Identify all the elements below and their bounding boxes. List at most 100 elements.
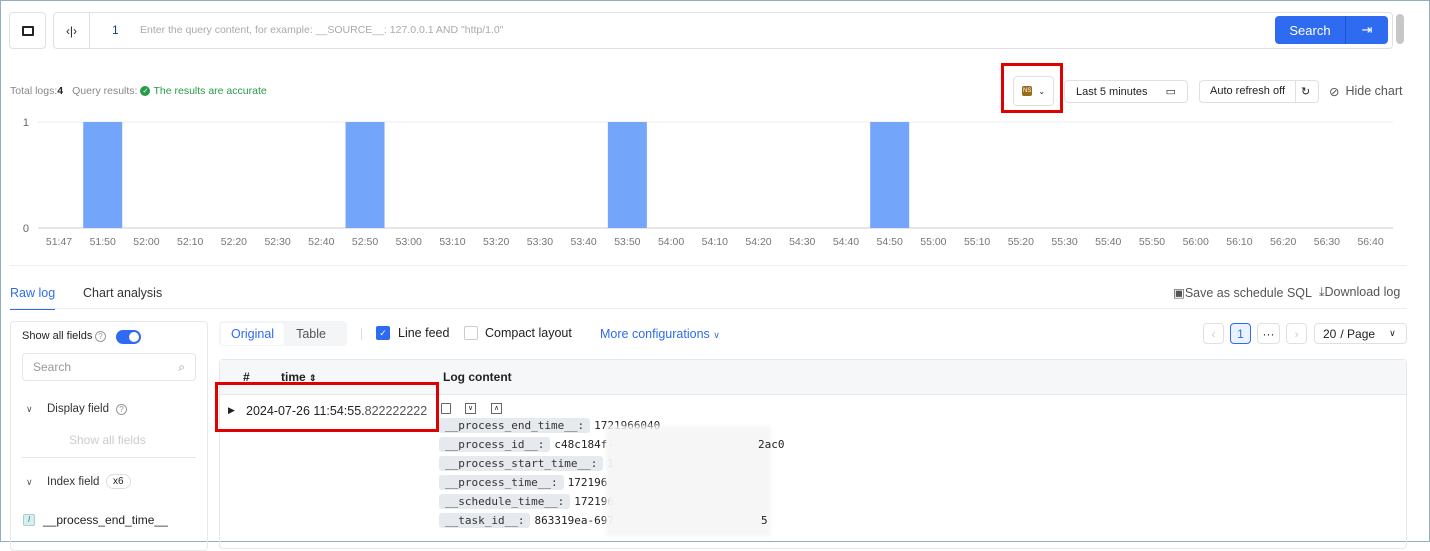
- field-search-input[interactable]: Search ⌕: [22, 353, 196, 381]
- log-field: __schedule_time__: 172196: [439, 493, 614, 510]
- x-tick-label: 51:47: [46, 236, 72, 248]
- time-range-picker[interactable]: Last 5 minutes ▭: [1064, 80, 1188, 103]
- x-tick-label: 54:50: [877, 236, 903, 248]
- x-tick-label: 54:10: [702, 236, 728, 248]
- chevron-down-icon: ∨: [713, 330, 720, 340]
- code-icon[interactable]: ‹|›: [54, 13, 90, 48]
- y-tick-label: 1: [23, 117, 29, 129]
- tab-divider: [9, 308, 1407, 309]
- view-original[interactable]: Original: [221, 322, 285, 345]
- field-value: 863319ea-697: [534, 514, 614, 527]
- folder-button[interactable]: [9, 12, 46, 49]
- page-1-button[interactable]: 1: [1230, 323, 1251, 344]
- x-tick-label: 54:00: [658, 236, 684, 248]
- x-tick-label: 55:30: [1051, 236, 1077, 248]
- histogram-bar[interactable]: [607, 122, 647, 228]
- chevron-down-icon: ∨: [1389, 328, 1396, 338]
- x-tick-label: 53:40: [570, 236, 596, 248]
- search-icon: ⌕: [178, 360, 185, 374]
- view-table[interactable]: Table: [284, 323, 338, 345]
- copy-icon[interactable]: [441, 403, 451, 414]
- x-tick-label: 52:00: [133, 236, 159, 248]
- save-sql-button[interactable]: ▣Save as schedule SQL: [1173, 285, 1312, 300]
- index-count-badge: x6: [106, 474, 131, 489]
- x-tick-label: 56:20: [1270, 236, 1296, 248]
- x-tick-label: 55:10: [964, 236, 990, 248]
- x-tick-label: 56:30: [1314, 236, 1340, 248]
- refresh-icon[interactable]: ↻: [1296, 85, 1310, 98]
- histogram-bar[interactable]: [83, 122, 123, 228]
- x-tick-label: 51:50: [90, 236, 116, 248]
- histogram-bar[interactable]: [870, 122, 910, 228]
- index-field-heading: Index field: [47, 476, 100, 488]
- x-tick-label: 54:20: [745, 236, 771, 248]
- line-number: 1: [112, 23, 119, 37]
- x-tick-label: 52:50: [352, 236, 378, 248]
- calendar-icon: ▭: [1165, 86, 1176, 98]
- line-feed-label: Line feed: [398, 326, 450, 340]
- prev-page-button[interactable]: ‹: [1203, 323, 1224, 344]
- collapse-all-icon[interactable]: ∧: [491, 403, 502, 414]
- query-input[interactable]: Enter the query content, for example: __…: [140, 24, 504, 36]
- folder-icon: [21, 25, 34, 36]
- compact-layout-checkbox[interactable]: [464, 326, 478, 340]
- x-tick-label: 53:10: [439, 236, 465, 248]
- x-tick-label: 55:50: [1139, 236, 1165, 248]
- next-page-button[interactable]: ›: [1286, 323, 1307, 344]
- eye-off-icon: ⊘: [1329, 85, 1340, 99]
- x-tick-label: 52:20: [221, 236, 247, 248]
- hide-chart-button[interactable]: ⊘ Hide chart: [1329, 84, 1402, 99]
- x-tick-label: 55:00: [920, 236, 946, 248]
- tab-chart-analysis[interactable]: Chart analysis: [83, 286, 162, 300]
- scrollbar[interactable]: [1396, 14, 1404, 44]
- x-tick-label: 54:30: [789, 236, 815, 248]
- show-all-fields-toggle[interactable]: [116, 330, 141, 344]
- auto-refresh-button[interactable]: Auto refresh off ↻: [1199, 80, 1319, 103]
- help-icon: ?: [95, 331, 106, 342]
- more-configurations-button[interactable]: More configurations ∨: [600, 327, 720, 341]
- stats: Total logs: 4 Query results: ✓ The result…: [10, 85, 267, 97]
- display-field-heading: Display field: [47, 403, 109, 415]
- divider: [22, 457, 196, 458]
- field-value: 172196: [567, 476, 608, 489]
- help-icon: ?: [116, 404, 127, 415]
- chevron-down-icon[interactable]: ∨: [26, 404, 33, 415]
- field-key[interactable]: __schedule_time__:: [439, 494, 571, 509]
- export-icon[interactable]: ⇥: [1345, 16, 1388, 44]
- log-field: __process_id__: c48c184f-: [439, 436, 614, 453]
- histogram-chart: 0 1 51:47 51:50 52:00 52:10 52:20 52:30 52:40 52:…: [23, 117, 1393, 248]
- redaction-blur: [606, 426, 771, 536]
- field-key[interactable]: __task_id__:: [439, 513, 531, 528]
- download-log-button[interactable]: ⤓Download log: [1319, 285, 1400, 300]
- highlight-box: [215, 382, 439, 432]
- x-tick-label: 56:00: [1183, 236, 1209, 248]
- chevron-down-icon[interactable]: ∨: [26, 477, 33, 488]
- show-all-fields-link[interactable]: Show all fields: [69, 433, 146, 447]
- field-item[interactable]: __process_end_time__: [43, 513, 168, 527]
- show-all-fields-label: Show all fields: [22, 330, 93, 342]
- divider: [361, 328, 362, 340]
- save-icon: ▣: [1173, 286, 1185, 300]
- line-feed-checkbox[interactable]: ✓: [376, 326, 390, 340]
- divider: [9, 265, 1407, 266]
- search-button[interactable]: Search ⇥: [1275, 16, 1388, 44]
- x-tick-label: 53:00: [396, 236, 422, 248]
- histogram-bar[interactable]: [345, 122, 385, 228]
- x-tick-label: 56:10: [1226, 236, 1252, 248]
- page-size-select[interactable]: 20/ Page ∨: [1314, 323, 1407, 344]
- field-key[interactable]: __process_time__:: [439, 475, 564, 490]
- field-key[interactable]: __process_end_time__:: [439, 418, 591, 433]
- field-value: c48c184f-: [554, 438, 614, 451]
- expand-all-icon[interactable]: ∨: [465, 403, 476, 414]
- text-type-icon: l: [23, 514, 35, 526]
- more-pages-button[interactable]: ···: [1257, 323, 1280, 344]
- tab-raw-log[interactable]: Raw log: [10, 286, 56, 310]
- x-tick-label: 53:30: [527, 236, 553, 248]
- log-field: __process_start_time__:1: [439, 455, 614, 472]
- check-icon: ✓: [140, 86, 151, 96]
- field-key[interactable]: __process_start_time__:: [439, 456, 604, 471]
- y-tick-label: 0: [23, 223, 29, 235]
- x-tick-label: 53:50: [614, 236, 640, 248]
- field-key[interactable]: __process_id__:: [439, 437, 551, 452]
- x-tick-label: 54:40: [833, 236, 859, 248]
